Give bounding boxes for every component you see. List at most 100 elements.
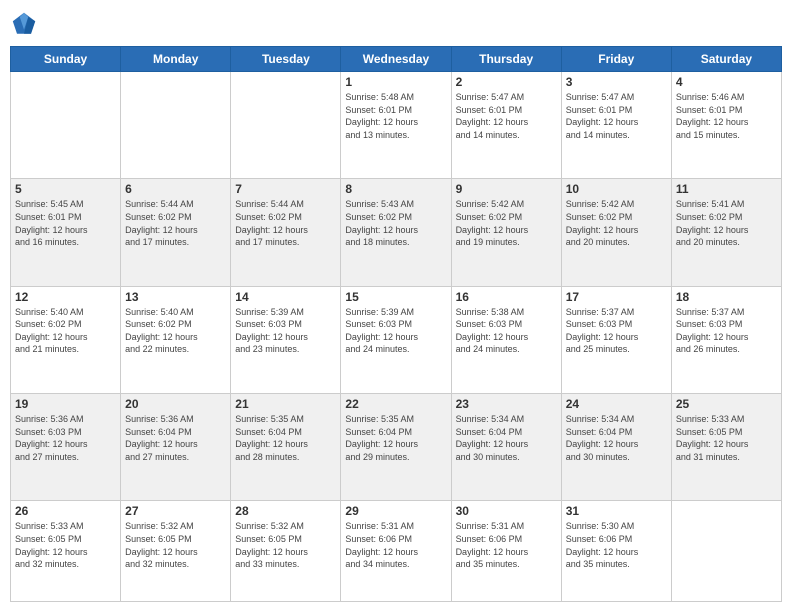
calendar-week-row: 19Sunrise: 5:36 AMSunset: 6:03 PMDayligh… (11, 393, 782, 500)
calendar-cell (231, 72, 341, 179)
calendar-cell: 28 Sunrise: 5:32 AMSunset: 6:05 PMDayligh… (231, 501, 341, 602)
day-info: Sunrise: 5:37 AMSunset: 6:03 PMDaylight:… (566, 306, 667, 356)
calendar-cell: 6 Sunrise: 5:44 AMSunset: 6:02 PMDaylight… (121, 179, 231, 286)
calendar-cell: 29 Sunrise: 5:31 AMSunset: 6:06 PMDayligh… (341, 501, 451, 602)
day-number: 6 (125, 182, 226, 196)
calendar-cell: 5 Sunrise: 5:45 AMSunset: 6:01 PMDaylight… (11, 179, 121, 286)
calendar-cell: 2Sunrise: 5:47 AMSunset: 6:01 PMDaylight… (451, 72, 561, 179)
day-info: Sunrise: 5:34 AMSunset: 6:04 PMDaylight:… (456, 413, 557, 463)
day-info: Sunrise: 5:40 AMSunset: 6:02 PMDaylight:… (125, 306, 226, 356)
calendar-week-row: 5 Sunrise: 5:45 AMSunset: 6:01 PMDaylight… (11, 179, 782, 286)
day-info: Sunrise: 5:41 AMSunset: 6:02 PMDaylight:… (676, 198, 777, 248)
calendar-cell: 11 Sunrise: 5:41 AMSunset: 6:02 PMDayligh… (671, 179, 781, 286)
calendar-cell: 18 Sunrise: 5:37 AMSunset: 6:03 PMDayligh… (671, 286, 781, 393)
calendar-cell: 9 Sunrise: 5:42 AMSunset: 6:02 PMDaylight… (451, 179, 561, 286)
day-number: 11 (676, 182, 777, 196)
calendar-cell: 20 Sunrise: 5:36 AMSunset: 6:04 PMDayligh… (121, 393, 231, 500)
day-number: 7 (235, 182, 336, 196)
day-info: Sunrise: 5:44 AMSunset: 6:02 PMDaylight:… (125, 198, 226, 248)
day-number: 4 (676, 75, 777, 89)
day-number: 23 (456, 397, 557, 411)
header (10, 10, 782, 38)
calendar-cell: 22 Sunrise: 5:35 AMSunset: 6:04 PMDayligh… (341, 393, 451, 500)
day-number: 16 (456, 290, 557, 304)
calendar-week-row: 26 Sunrise: 5:33 AMSunset: 6:05 PMDayligh… (11, 501, 782, 602)
day-number: 30 (456, 504, 557, 518)
calendar-cell: 31 Sunrise: 5:30 AMSunset: 6:06 PMDayligh… (561, 501, 671, 602)
day-info: Sunrise: 5:34 AMSunset: 6:04 PMDaylight:… (566, 413, 667, 463)
calendar-cell: 13 Sunrise: 5:40 AMSunset: 6:02 PMDayligh… (121, 286, 231, 393)
calendar-cell: 3 Sunrise: 5:47 AMSunset: 6:01 PMDaylight… (561, 72, 671, 179)
day-number: 14 (235, 290, 336, 304)
day-number: 15 (345, 290, 446, 304)
calendar-cell: 16 Sunrise: 5:38 AMSunset: 6:03 PMDayligh… (451, 286, 561, 393)
day-number: 5 (15, 182, 116, 196)
calendar-cell (11, 72, 121, 179)
calendar-cell: 1Sunrise: 5:48 AMSunset: 6:01 PMDaylight… (341, 72, 451, 179)
day-info: Sunrise: 5:31 AMSunset: 6:06 PMDaylight:… (456, 520, 557, 570)
day-info: Sunrise: 5:44 AMSunset: 6:02 PMDaylight:… (235, 198, 336, 248)
day-info: Sunrise: 5:38 AMSunset: 6:03 PMDaylight:… (456, 306, 557, 356)
day-info: Sunrise: 5:42 AMSunset: 6:02 PMDaylight:… (456, 198, 557, 248)
day-number: 25 (676, 397, 777, 411)
day-number: 20 (125, 397, 226, 411)
day-number: 9 (456, 182, 557, 196)
calendar-week-row: 1Sunrise: 5:48 AMSunset: 6:01 PMDaylight… (11, 72, 782, 179)
calendar-cell: 7 Sunrise: 5:44 AMSunset: 6:02 PMDaylight… (231, 179, 341, 286)
weekday-header-saturday: Saturday (671, 47, 781, 72)
day-info: Sunrise: 5:45 AMSunset: 6:01 PMDaylight:… (15, 198, 116, 248)
day-info: Sunrise: 5:46 AMSunset: 6:01 PMDaylight:… (676, 91, 777, 141)
day-info: Sunrise: 5:36 AMSunset: 6:04 PMDaylight:… (125, 413, 226, 463)
weekday-header-friday: Friday (561, 47, 671, 72)
day-number: 18 (676, 290, 777, 304)
day-number: 27 (125, 504, 226, 518)
weekday-header-monday: Monday (121, 47, 231, 72)
day-info: Sunrise: 5:40 AMSunset: 6:02 PMDaylight:… (15, 306, 116, 356)
day-info: Sunrise: 5:35 AMSunset: 6:04 PMDaylight:… (345, 413, 446, 463)
calendar-cell: 21 Sunrise: 5:35 AMSunset: 6:04 PMDayligh… (231, 393, 341, 500)
day-info: Sunrise: 5:31 AMSunset: 6:06 PMDaylight:… (345, 520, 446, 570)
day-number: 26 (15, 504, 116, 518)
day-info: Sunrise: 5:47 AMSunset: 6:01 PMDaylight:… (566, 91, 667, 141)
logo (10, 10, 42, 38)
day-number: 22 (345, 397, 446, 411)
day-number: 28 (235, 504, 336, 518)
calendar-cell (121, 72, 231, 179)
day-number: 10 (566, 182, 667, 196)
day-info: Sunrise: 5:33 AMSunset: 6:05 PMDaylight:… (15, 520, 116, 570)
calendar-cell: 17 Sunrise: 5:37 AMSunset: 6:03 PMDayligh… (561, 286, 671, 393)
day-info: Sunrise: 5:35 AMSunset: 6:04 PMDaylight:… (235, 413, 336, 463)
calendar-cell: 4 Sunrise: 5:46 AMSunset: 6:01 PMDaylight… (671, 72, 781, 179)
day-info: Sunrise: 5:37 AMSunset: 6:03 PMDaylight:… (676, 306, 777, 356)
day-number: 3 (566, 75, 667, 89)
day-number: 19 (15, 397, 116, 411)
day-number: 24 (566, 397, 667, 411)
day-number: 2 (456, 75, 557, 89)
calendar-cell: 14Sunrise: 5:39 AMSunset: 6:03 PMDayligh… (231, 286, 341, 393)
day-info: Sunrise: 5:33 AMSunset: 6:05 PMDaylight:… (676, 413, 777, 463)
calendar-cell: 27 Sunrise: 5:32 AMSunset: 6:05 PMDayligh… (121, 501, 231, 602)
weekday-header-wednesday: Wednesday (341, 47, 451, 72)
day-info: Sunrise: 5:39 AMSunset: 6:03 PMDaylight:… (345, 306, 446, 356)
calendar-cell: 30 Sunrise: 5:31 AMSunset: 6:06 PMDayligh… (451, 501, 561, 602)
day-number: 21 (235, 397, 336, 411)
day-info: Sunrise: 5:42 AMSunset: 6:02 PMDaylight:… (566, 198, 667, 248)
calendar-cell: 10 Sunrise: 5:42 AMSunset: 6:02 PMDayligh… (561, 179, 671, 286)
day-info: Sunrise: 5:32 AMSunset: 6:05 PMDaylight:… (125, 520, 226, 570)
day-number: 29 (345, 504, 446, 518)
day-number: 17 (566, 290, 667, 304)
day-number: 12 (15, 290, 116, 304)
day-info: Sunrise: 5:48 AMSunset: 6:01 PMDaylight:… (345, 91, 446, 141)
page: SundayMondayTuesdayWednesdayThursdayFrid… (0, 0, 792, 612)
calendar-week-row: 12 Sunrise: 5:40 AMSunset: 6:02 PMDayligh… (11, 286, 782, 393)
calendar-cell: 24 Sunrise: 5:34 AMSunset: 6:04 PMDayligh… (561, 393, 671, 500)
calendar: SundayMondayTuesdayWednesdayThursdayFrid… (10, 46, 782, 602)
day-info: Sunrise: 5:30 AMSunset: 6:06 PMDaylight:… (566, 520, 667, 570)
calendar-cell: 25 Sunrise: 5:33 AMSunset: 6:05 PMDayligh… (671, 393, 781, 500)
logo-icon (10, 10, 38, 38)
weekday-header-tuesday: Tuesday (231, 47, 341, 72)
calendar-cell: 23 Sunrise: 5:34 AMSunset: 6:04 PMDayligh… (451, 393, 561, 500)
day-number: 13 (125, 290, 226, 304)
day-info: Sunrise: 5:32 AMSunset: 6:05 PMDaylight:… (235, 520, 336, 570)
day-number: 31 (566, 504, 667, 518)
